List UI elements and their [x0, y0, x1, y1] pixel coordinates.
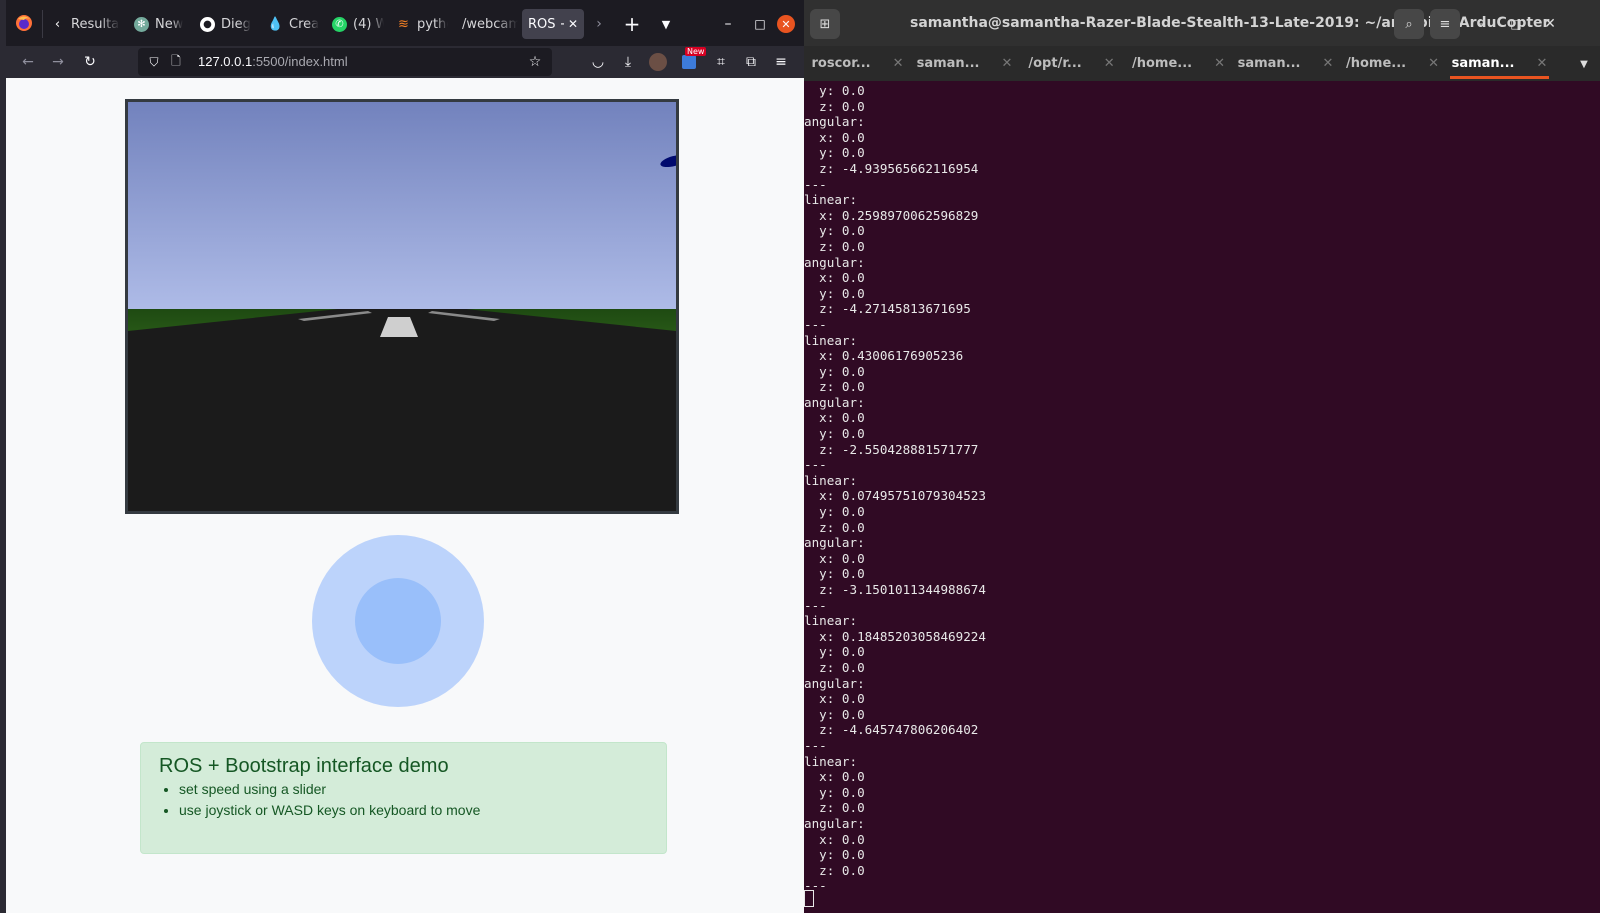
terminal-tab[interactable]: /home... ✕	[1125, 46, 1232, 81]
chatgpt-icon: ✻	[134, 16, 149, 32]
joystick-knob[interactable]	[355, 578, 441, 664]
tab-label: ROS +	[528, 16, 564, 32]
terminal-output: y: 0.0 z: 0.0 angular: x: 0.0 y: 0.0 z: …	[804, 83, 986, 894]
tab-label: Crea	[289, 16, 320, 32]
close-tab-icon[interactable]: ✕	[1537, 56, 1548, 71]
list-item: use joystick or WASD keys on keyboard to…	[179, 800, 480, 821]
tab-chatgpt[interactable]: ✻ New	[134, 9, 186, 39]
search-icon[interactable]: ⌕	[1394, 9, 1424, 39]
terminal-cursor	[804, 890, 814, 907]
close-tab-icon[interactable]: ✕	[1428, 56, 1439, 71]
terminal-tab-active[interactable]: saman... ✕	[1446, 46, 1553, 81]
forward-icon[interactable]: →	[46, 50, 70, 74]
tab-whatsapp[interactable]: ✆ (4) W	[332, 9, 384, 39]
new-tab-button[interactable]: ⊞	[810, 9, 840, 39]
terminal-tab[interactable]: /opt/r... ✕	[1018, 46, 1125, 81]
camera-image	[128, 102, 676, 511]
chevron-down-icon[interactable]: ▼	[654, 12, 678, 36]
sky	[128, 102, 676, 309]
url-text: 127.0.0.1:5500/index.html	[198, 54, 348, 69]
maximize-icon[interactable]: □	[1504, 12, 1528, 36]
browser-window: ‹ Resultad ✻ New ● Dieg 💧 Crea ✆ (4) W ≋…	[0, 0, 804, 913]
terminal-tab[interactable]: saman... ✕	[911, 46, 1018, 81]
url-bar[interactable]: ⛉ 🗋 127.0.0.1:5500/index.html ☆	[138, 48, 552, 76]
page-icon: 🗋	[171, 53, 181, 68]
browser-tab-bar: ‹ Resultad ✻ New ● Dieg 💧 Crea ✆ (4) W ≋…	[6, 0, 804, 46]
close-tab-icon[interactable]: ✕	[1323, 56, 1334, 71]
tab-list-dropdown-icon[interactable]: ▼	[1574, 54, 1594, 74]
close-tab-icon[interactable]: ✕	[1002, 56, 1013, 71]
terminal-tab-bar: roscor... ✕ saman... ✕ /opt/r... ✕ /home...…	[804, 46, 1600, 81]
list-item: set speed using a slider	[179, 779, 480, 800]
minimize-icon[interactable]: –	[1470, 12, 1494, 36]
tab-label: /webcam	[462, 16, 518, 32]
tab-label: (4) W	[353, 16, 384, 32]
alert-heading: ROS + Bootstrap interface demo	[159, 755, 449, 777]
extension-s-icon[interactable]: New	[679, 47, 707, 72]
account-avatar-icon[interactable]	[649, 53, 667, 71]
tab-github[interactable]: ● Dieg	[200, 9, 252, 39]
back-icon[interactable]: ←	[16, 50, 40, 74]
bookmark-star-icon[interactable]: ☆	[526, 53, 544, 71]
terminal-tab[interactable]: /home... ✕	[1339, 46, 1446, 81]
tab-divider	[42, 10, 43, 38]
runway-markings	[298, 311, 500, 337]
whatsapp-icon: ✆	[332, 16, 347, 32]
tab-label: New	[155, 16, 184, 32]
close-tab-icon[interactable]: ✕	[1104, 56, 1115, 71]
download-icon[interactable]: ⤓	[616, 50, 640, 74]
terminal-window: ⊞ samantha@samantha-Razer-Blade-Stealth-…	[804, 0, 1600, 913]
tab-stackoverflow[interactable]: ≋ pytho	[396, 9, 448, 39]
close-window-icon[interactable]: ✕	[1538, 12, 1562, 36]
hamburger-menu-icon[interactable]: ≡	[769, 50, 793, 74]
tab-label: Dieg	[221, 16, 251, 32]
tab-create[interactable]: 💧 Crea	[268, 9, 320, 39]
tab-resultados[interactable]: ‹ Resultad	[50, 9, 120, 39]
terminal-tab[interactable]: roscor... ✕	[804, 46, 911, 81]
info-alert: ROS + Bootstrap interface demo set speed…	[140, 742, 667, 854]
minimize-icon[interactable]: –	[716, 12, 740, 36]
pocket-icon[interactable]: ◡	[586, 50, 610, 74]
reload-icon[interactable]: ↻	[78, 50, 102, 74]
close-tab-icon[interactable]: ✕	[893, 56, 904, 71]
stackoverflow-icon: ≋	[398, 16, 409, 32]
extensions-puzzle-icon[interactable]: ⧉	[739, 50, 763, 74]
terminal-tab[interactable]: saman... ✕	[1232, 46, 1339, 81]
close-window-icon[interactable]: ✕	[777, 15, 795, 33]
drone-wing-icon	[660, 154, 676, 168]
droplet-icon: 💧	[268, 16, 284, 32]
navigation-toolbar: ← → ↻ ⛉ 🗋 127.0.0.1:5500/index.html ☆ ◡ …	[6, 46, 804, 78]
scroll-tabs-right-icon[interactable]: ›	[590, 14, 608, 34]
github-icon: ●	[200, 16, 215, 32]
instruction-list: set speed using a slider use joystick or…	[161, 779, 480, 821]
maximize-icon[interactable]: □	[748, 12, 772, 36]
crop-icon[interactable]: ⌗	[709, 50, 733, 74]
camera-view	[125, 99, 679, 514]
close-tab-icon[interactable]: ✕	[568, 17, 578, 31]
tab-webcam[interactable]: /webcam	[462, 9, 518, 39]
menu-icon[interactable]: ≡	[1430, 9, 1460, 39]
terminal-header: ⊞ samantha@samantha-Razer-Blade-Stealth-…	[804, 0, 1600, 46]
back-arrow-icon: ‹	[54, 16, 61, 32]
new-badge: New	[685, 47, 707, 56]
tab-label: Resultad	[71, 16, 120, 32]
tab-label: pytho	[417, 16, 448, 32]
close-tab-icon[interactable]: ✕	[1214, 56, 1225, 71]
new-tab-icon[interactable]: +	[620, 12, 644, 36]
firefox-menu-icon[interactable]	[14, 13, 34, 33]
shield-icon: ⛉	[149, 54, 159, 69]
tab-ros-active[interactable]: ROS + ✕	[522, 9, 584, 39]
